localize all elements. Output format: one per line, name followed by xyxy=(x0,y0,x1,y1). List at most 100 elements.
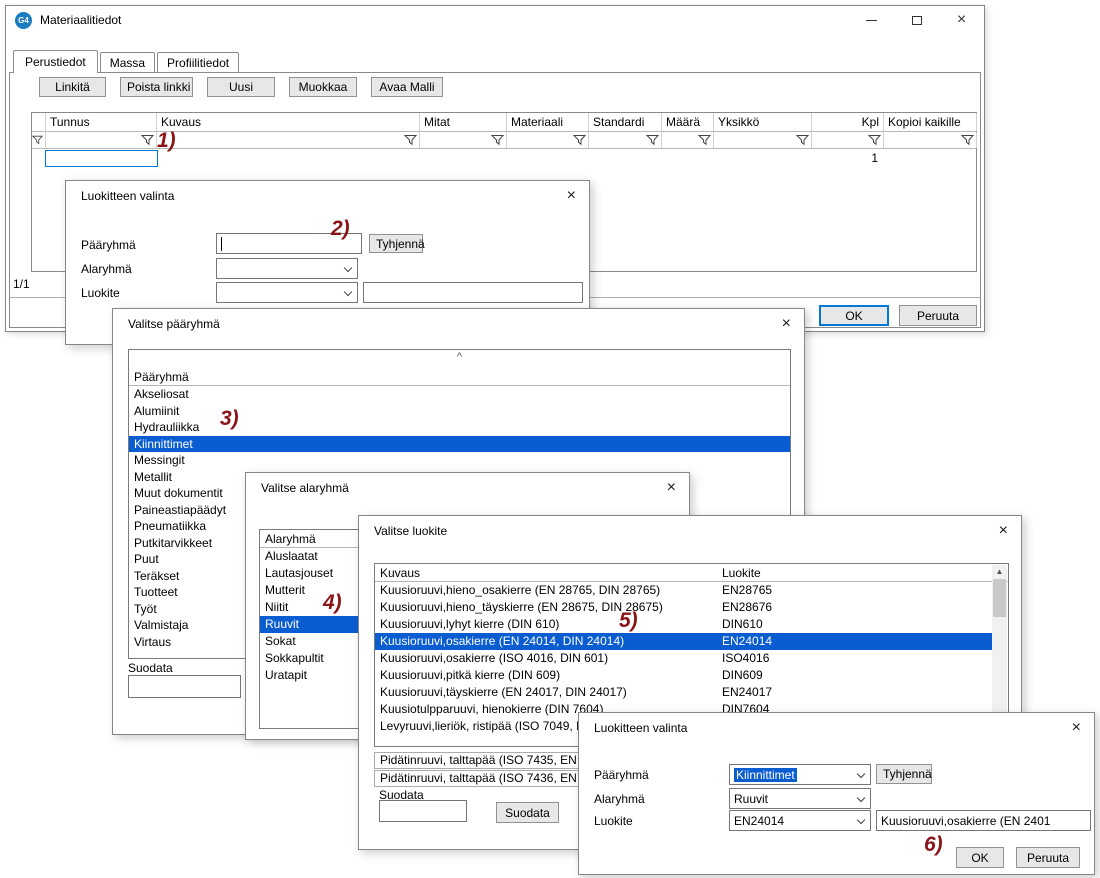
close-icon[interactable]: × xyxy=(667,480,676,496)
luokite-description-field[interactable] xyxy=(363,282,583,303)
column-filter-cell[interactable] xyxy=(157,132,420,148)
clear-button[interactable]: Tyhjennä xyxy=(876,764,932,784)
scrollbar-thumb[interactable] xyxy=(993,579,1006,617)
column-filter-cell[interactable] xyxy=(884,132,977,148)
dialog-title[interactable]: Valitse luokite xyxy=(359,516,1021,546)
column-header[interactable]: Materiaali xyxy=(507,113,589,131)
luokite-label: Luokite xyxy=(594,814,633,828)
kuvaus-column-header[interactable]: Kuvaus xyxy=(375,564,722,581)
filter-funnel-icon xyxy=(646,134,659,146)
column-filter-cell[interactable] xyxy=(714,132,812,148)
list-item[interactable]: Kuusioruuvi,hieno_osakierre (EN 28765, D… xyxy=(375,582,992,599)
column-filter-cell[interactable] xyxy=(507,132,589,148)
cancel-button[interactable]: Peruuta xyxy=(1016,847,1080,868)
list-item[interactable]: Kuusioruuvi,pitkä kierre (DIN 609) DIN60… xyxy=(375,667,992,684)
list-item[interactable]: Kuusioruuvi,osakierre (EN 24014, DIN 240… xyxy=(375,633,992,650)
list-item[interactable]: Kuusioruuvi,täyskierre (EN 24017, DIN 24… xyxy=(375,684,992,701)
column-header[interactable]: Mitat xyxy=(420,113,507,131)
dialog-title[interactable]: Valitse pääryhmä xyxy=(113,309,804,339)
minimize-button[interactable] xyxy=(849,6,894,34)
alaryhma-combo[interactable]: Ruuvit xyxy=(729,788,871,809)
paaryhma-value: Kiinnittimet xyxy=(734,768,797,782)
alaryhma-label: Alaryhmä xyxy=(594,792,645,806)
tab[interactable]: Massa xyxy=(100,52,155,72)
scroll-up-icon[interactable]: ^ xyxy=(129,350,790,368)
filter-funnel-icon xyxy=(868,134,881,146)
ok-button[interactable]: OK xyxy=(956,847,1004,868)
column-filter-cell[interactable] xyxy=(812,132,884,148)
alaryhma-value: Ruuvit xyxy=(734,792,768,806)
chevron-down-icon xyxy=(857,770,865,778)
filter-funnel-icon xyxy=(141,134,154,146)
maximize-button[interactable] xyxy=(894,6,939,34)
luokite-column-header[interactable]: Luokite xyxy=(722,564,1008,581)
filter-input[interactable] xyxy=(128,675,241,698)
scroll-up-icon[interactable]: ▲ xyxy=(996,565,1004,579)
list-item[interactable]: Kuusioruuvi,lyhyt kierre (DIN 610) DIN61… xyxy=(375,616,992,633)
toolbar-button[interactable]: Poista linkki xyxy=(120,77,193,97)
column-filter-cell[interactable] xyxy=(32,132,46,148)
column-header[interactable]: Kuvaus xyxy=(157,113,420,131)
luokite-description-field[interactable] xyxy=(876,810,1091,831)
luokite-combo[interactable] xyxy=(216,282,358,303)
tab-bar: PerustiedotMassaProfiilitiedot xyxy=(13,50,241,72)
chevron-down-icon xyxy=(857,794,865,802)
filter-funnel-icon xyxy=(796,134,809,146)
item-kuvaus: Kuusioruuvi,osakierre (ISO 4016, DIN 601… xyxy=(375,650,722,667)
list-item[interactable]: Messingit xyxy=(129,452,790,469)
pager: 1/1 xyxy=(13,277,30,291)
dialog-title[interactable]: Luokitteen valinta xyxy=(579,713,1094,743)
dialog-title[interactable]: Valitse alaryhmä xyxy=(246,473,689,503)
annotation-2: 2) xyxy=(331,217,350,241)
toolbar-button[interactable]: Muokkaa xyxy=(289,77,357,97)
close-button[interactable]: × xyxy=(939,6,984,34)
column-header[interactable] xyxy=(32,113,46,131)
paaryhma-label: Pääryhmä xyxy=(81,238,136,252)
column-header[interactable]: Yksikkö xyxy=(714,113,812,131)
column-header[interactable]: Standardi xyxy=(589,113,662,131)
luokite-label: Luokite xyxy=(81,286,120,300)
column-header[interactable]: Määrä xyxy=(662,113,714,131)
paaryhma-combo[interactable]: Kiinnittimet xyxy=(729,764,871,785)
annotation-3: 3) xyxy=(220,407,239,431)
list-item[interactable]: Kuusioruuvi,osakierre (ISO 4016, DIN 601… xyxy=(375,650,992,667)
alaryhma-label: Alaryhmä xyxy=(81,262,132,276)
item-luokite: ISO4016 xyxy=(722,650,992,667)
luokite-combo[interactable]: EN24014 xyxy=(729,810,871,831)
main-titlebar[interactable]: G4 Materiaalitiedot × xyxy=(6,6,984,34)
filter-funnel-icon xyxy=(573,134,586,146)
column-filter-cell[interactable] xyxy=(589,132,662,148)
annotation-1: 1) xyxy=(157,129,176,153)
alaryhma-combo[interactable] xyxy=(216,258,358,279)
item-kuvaus: Pidätinruuvi, talttapää (ISO 7436, EN 27… xyxy=(380,771,607,785)
annotation-4: 4) xyxy=(323,591,342,615)
column-filter-cell[interactable] xyxy=(46,132,157,148)
tab[interactable]: Profiilitiedot xyxy=(157,52,239,72)
clear-button[interactable]: Tyhjennä xyxy=(369,234,423,253)
paaryhma-label: Pääryhmä xyxy=(594,768,649,782)
column-filter-cell[interactable] xyxy=(420,132,507,148)
tunnus-edit-cell[interactable] xyxy=(45,150,158,167)
toolbar-button[interactable]: Uusi xyxy=(207,77,275,97)
close-icon[interactable]: × xyxy=(1072,720,1081,736)
list-item[interactable]: Akseliosat xyxy=(129,386,790,403)
close-icon[interactable]: × xyxy=(999,523,1008,539)
filter-input[interactable] xyxy=(379,800,467,822)
list-item[interactable]: Kiinnittimet xyxy=(129,436,790,453)
filter-button[interactable]: Suodata xyxy=(496,802,559,823)
cancel-button[interactable]: Peruuta xyxy=(899,305,977,326)
column-header[interactable]: Kpl xyxy=(812,113,884,131)
close-icon[interactable]: × xyxy=(567,188,576,204)
list-item[interactable]: Kuusioruuvi,hieno_täyskierre (EN 28675, … xyxy=(375,599,992,616)
dialog-title[interactable]: Luokitteen valinta xyxy=(66,181,589,211)
luokite-value: EN24014 xyxy=(734,814,784,828)
column-header[interactable]: Tunnus xyxy=(46,113,157,131)
column-header[interactable]: Kopioi kaikille xyxy=(884,113,977,131)
ok-button[interactable]: OK xyxy=(819,305,889,326)
toolbar-button[interactable]: Linkitä xyxy=(39,77,106,97)
toolbar-button[interactable]: Avaa Malli xyxy=(371,77,443,97)
item-kuvaus: Pidätinruuvi, talttapää (ISO 7435, EN 27… xyxy=(380,753,607,767)
close-icon[interactable]: × xyxy=(782,316,791,332)
tab[interactable]: Perustiedot xyxy=(13,50,98,73)
column-filter-cell[interactable] xyxy=(662,132,714,148)
